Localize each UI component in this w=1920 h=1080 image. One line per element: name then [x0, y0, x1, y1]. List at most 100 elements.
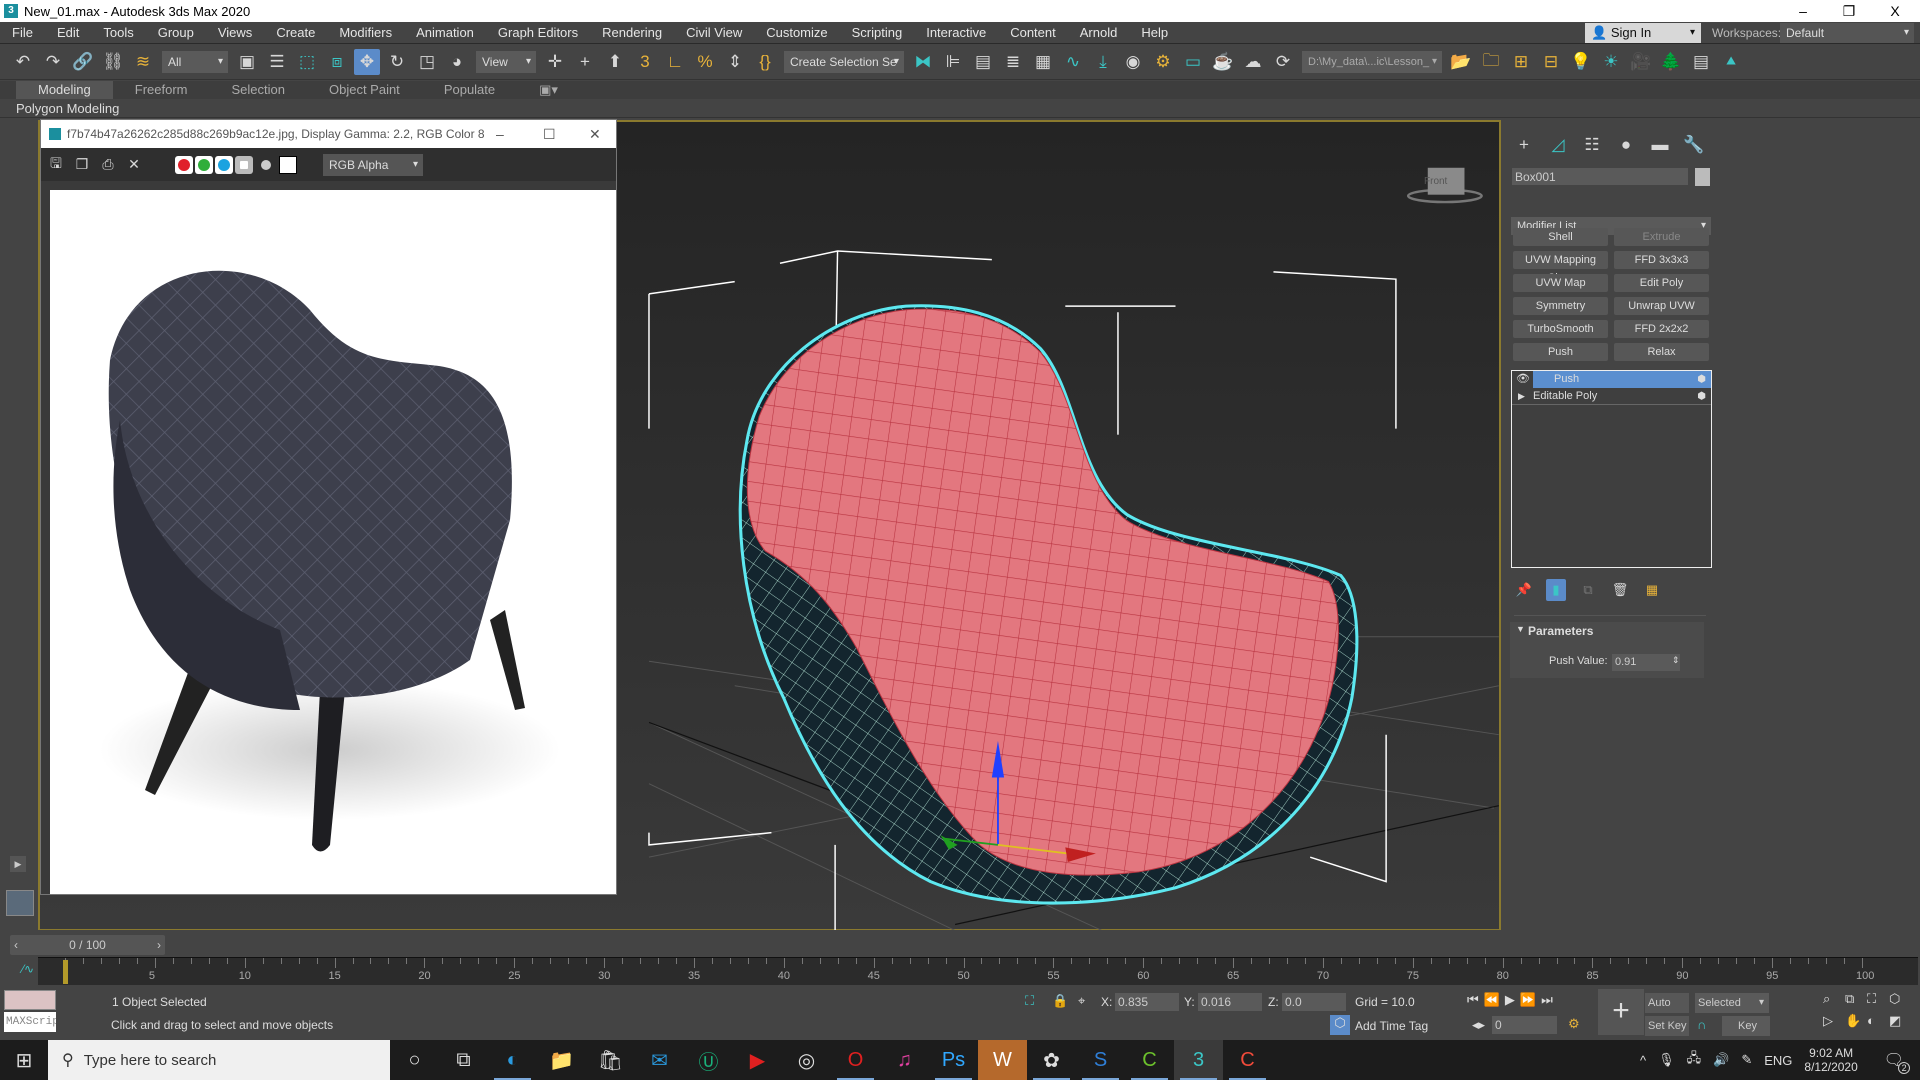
display-tab-icon[interactable]: ▬: [1647, 132, 1673, 158]
zoom-extents-all-icon[interactable]: ⬡: [1889, 991, 1911, 1007]
mail-icon[interactable]: ✉: [635, 1040, 684, 1080]
zoom-all-icon[interactable]: ⧉: [1845, 991, 1867, 1007]
modifier-button-uvw-map[interactable]: UVW Map: [1513, 274, 1608, 292]
rendered-frame-icon[interactable]: ▭: [1180, 49, 1206, 75]
notifications-icon[interactable]: 🗨 2: [1884, 1050, 1911, 1074]
pan-icon[interactable]: ✋: [1845, 1013, 1867, 1029]
task-view-icon[interactable]: ⧉: [439, 1040, 488, 1080]
object-color-swatch[interactable]: [1695, 168, 1710, 186]
expand-arrow-icon[interactable]: ▶: [10, 856, 26, 872]
modifier-button-uvw-mapping-clear[interactable]: UVW Mapping Clear: [1513, 251, 1608, 284]
modifier-button-unwrap-uvw[interactable]: Unwrap UVW: [1614, 297, 1709, 315]
menu-rendering[interactable]: Rendering: [590, 25, 674, 40]
layer-explorer-icon[interactable]: ▤: [970, 49, 996, 75]
ribbon-tab-object-paint[interactable]: Object Paint: [307, 81, 422, 99]
ribbon-tab-freeform[interactable]: Freeform: [113, 81, 210, 99]
menu-help[interactable]: Help: [1129, 25, 1180, 40]
edit-named-sel-icon[interactable]: {}: [752, 49, 778, 75]
time-configuration-icon[interactable]: ⚙: [1568, 1016, 1580, 1032]
camtasia-icon[interactable]: C: [1125, 1040, 1174, 1080]
workspace-dropdown[interactable]: Default: [1780, 23, 1914, 43]
app-paw-icon[interactable]: ✿: [1027, 1040, 1076, 1080]
mirror-icon[interactable]: ⧓: [910, 49, 936, 75]
menu-group[interactable]: Group: [146, 25, 206, 40]
place-icon[interactable]: ◕: [444, 49, 470, 75]
menu-animation[interactable]: Animation: [404, 25, 486, 40]
monochrome-icon[interactable]: [261, 159, 271, 170]
bind-space-warp-icon[interactable]: ≋: [130, 49, 156, 75]
save-icon[interactable]: 🖫: [47, 152, 65, 178]
file-explorer-icon[interactable]: 📁: [537, 1040, 586, 1080]
snap-3d-icon[interactable]: 3: [632, 49, 658, 75]
spinner-snap-icon[interactable]: ⇕: [722, 49, 748, 75]
manipulate-icon[interactable]: +: [572, 49, 598, 75]
remove-modifier-icon[interactable]: 🗑: [1610, 577, 1630, 603]
selection-filter-dropdown[interactable]: All: [162, 51, 228, 73]
menu-file[interactable]: File: [0, 25, 45, 40]
scale-icon[interactable]: ◳: [414, 49, 440, 75]
set-key-big-button[interactable]: +: [1598, 989, 1644, 1035]
select-object-icon[interactable]: ▣: [234, 49, 260, 75]
configure-sets-icon[interactable]: ▦: [1642, 577, 1662, 603]
maxscript-mini-listener[interactable]: MAXScript Mi:: [4, 1012, 56, 1032]
make-unique-icon[interactable]: ⧉: [1578, 577, 1598, 603]
orbit-icon[interactable]: ◐: [1867, 1013, 1889, 1029]
sun-icon[interactable]: ☀: [1598, 49, 1624, 75]
material-editor-icon[interactable]: ◉: [1120, 49, 1146, 75]
rotate-icon[interactable]: ↻: [384, 49, 410, 75]
render-cloud-icon[interactable]: ☁: [1240, 49, 1266, 75]
pin-stack-icon[interactable]: 📌: [1514, 577, 1534, 603]
close-button[interactable]: ✕: [589, 126, 601, 143]
alpha-channel-toggle[interactable]: [235, 155, 253, 174]
minimize-button[interactable]: –: [496, 126, 504, 142]
render-icon[interactable]: ☕: [1210, 49, 1236, 75]
modifier-button-ffd-2x2x2[interactable]: FFD 2x2x2: [1614, 320, 1709, 338]
stack-item-push[interactable]: 👁 Push ⬢: [1512, 371, 1711, 388]
menu-edit[interactable]: Edit: [45, 25, 91, 40]
copy-icon[interactable]: ❐: [73, 152, 91, 178]
cortana-icon[interactable]: ○: [390, 1040, 439, 1080]
viewcube-label[interactable]: Front: [1424, 176, 1447, 187]
language-indicator[interactable]: ENG: [1764, 1053, 1792, 1068]
project-folder-icon[interactable]: 🗀: [1478, 49, 1504, 75]
modifier-button-push[interactable]: Push: [1513, 343, 1608, 361]
ribbon-tab-populate[interactable]: Populate: [422, 81, 517, 99]
key-mode-dropdown[interactable]: Selected: [1695, 993, 1769, 1013]
go-to-end-icon[interactable]: ⏭: [1541, 992, 1553, 1008]
push-value-spinner[interactable]: 0.91: [1612, 654, 1680, 671]
volume-icon[interactable]: 🔊: [1713, 1052, 1729, 1068]
red-channel-toggle[interactable]: [175, 155, 193, 174]
move-icon[interactable]: ✥: [354, 49, 380, 75]
next-frame-icon[interactable]: ⏩: [1520, 992, 1536, 1008]
align-icon[interactable]: ⊫: [940, 49, 966, 75]
list-icon[interactable]: ▤: [1688, 49, 1714, 75]
print-icon[interactable]: ⎙: [99, 152, 117, 178]
menu-civil-view[interactable]: Civil View: [674, 25, 754, 40]
ribbon-tab-modeling[interactable]: Modeling: [16, 81, 113, 99]
modifier-button-ffd-3x3x3[interactable]: FFD 3x3x3: [1614, 251, 1709, 269]
open-folder-icon[interactable]: 📂: [1448, 49, 1474, 75]
ribbon-options-icon[interactable]: ▣▾: [517, 81, 580, 99]
modifier-button-shell[interactable]: Shell: [1513, 228, 1608, 246]
time-slider-marker[interactable]: [63, 960, 68, 984]
curve-editor-toggle-icon[interactable]: ⁄∿: [22, 962, 34, 976]
polygon-modeling-label[interactable]: Polygon Modeling: [16, 101, 119, 116]
camtasia-recorder-icon[interactable]: C: [1223, 1040, 1272, 1080]
redo-icon[interactable]: ↷: [40, 49, 66, 75]
dope-sheet-icon[interactable]: ⤓: [1090, 49, 1116, 75]
background-swatch[interactable]: [279, 155, 297, 174]
hierarchy-icon[interactable]: ⊞: [1508, 49, 1534, 75]
time-tag-icon[interactable]: ⬡: [1330, 1015, 1350, 1035]
maximize-button[interactable]: ☐: [543, 126, 556, 143]
motion-tab-icon[interactable]: ●: [1613, 132, 1639, 158]
modifier-button-relax[interactable]: Relax: [1614, 343, 1709, 361]
pivot-icon[interactable]: ✛: [542, 49, 568, 75]
store-icon[interactable]: 🛍: [586, 1040, 635, 1080]
viewport-layout-icon[interactable]: [6, 890, 34, 916]
expand-arrow-icon[interactable]: ▶: [1518, 388, 1525, 405]
ribbon-tab-selection[interactable]: Selection: [210, 81, 307, 99]
taskbar-search-box[interactable]: ⚲ Type here to search: [48, 1040, 390, 1080]
eye-icon[interactable]: 👁: [1516, 371, 1530, 388]
time-config-arrows-icon[interactable]: ◂▸: [1472, 1017, 1485, 1033]
network-icon[interactable]: 🖧: [1687, 1049, 1702, 1071]
